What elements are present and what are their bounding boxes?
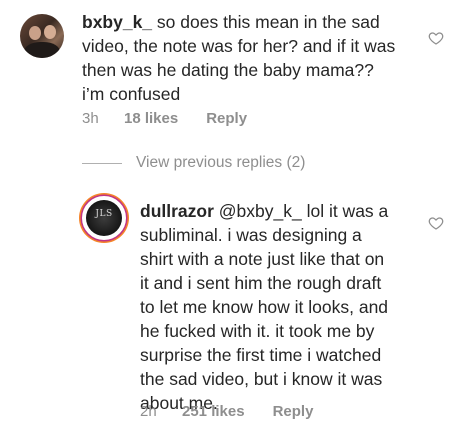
comment-1: bxby_k_ so does this mean in the sad vid… — [0, 0, 474, 140]
comment-meta: 3h 18 likes Reply — [82, 110, 247, 127]
comment-line: he fucked with it. it took me by — [140, 321, 375, 341]
comment-line: then was he dating the baby mama?? — [82, 60, 374, 80]
avatar[interactable] — [20, 14, 64, 58]
comment-meta: 2h 251 likes Reply — [140, 403, 313, 420]
comment-line: @bxby_k_ lol it was a — [213, 201, 389, 221]
comment-line: so does this mean in the sad — [152, 12, 380, 32]
heart-outline-icon[interactable] — [428, 215, 444, 231]
comment-line: surprise the first time i watched — [140, 345, 382, 365]
comment-likes[interactable]: 18 likes — [124, 110, 178, 127]
comment-username[interactable]: bxby_k_ — [82, 12, 152, 32]
comment-text: dullrazor @bxby_k_ lol it was a sublimin… — [140, 199, 388, 415]
view-previous-replies-button[interactable]: View previous replies (2) — [82, 152, 305, 174]
avatar-logo-icon: JLS — [95, 209, 113, 219]
reply-button[interactable]: Reply — [273, 403, 314, 420]
comment-likes[interactable]: 251 likes — [182, 403, 245, 420]
comment-line: shirt with a note just like that on — [140, 249, 385, 269]
comment-line: i’m confused — [82, 84, 181, 104]
comment-line: the sad video, but i know it was — [140, 369, 383, 389]
comment-line: video, the note was for her? and if it w… — [82, 36, 396, 56]
heart-outline-icon[interactable] — [428, 30, 444, 46]
avatar[interactable]: JLS — [82, 196, 126, 240]
comment-line: it and i sent him the rough draft — [140, 273, 382, 293]
comment-username[interactable]: dullrazor — [140, 201, 214, 221]
comment-time: 3h — [82, 110, 99, 127]
comment-line: to let me know how it looks, and — [140, 297, 389, 317]
comment-line: subliminal. i was designing a — [140, 225, 362, 245]
comment-time: 2h — [140, 403, 157, 420]
view-replies-label: View previous replies (2) — [136, 154, 306, 171]
comment-2: JLS dullrazor @bxby_k_ lol it was a subl… — [0, 185, 474, 433]
divider-line — [82, 162, 122, 164]
reply-button[interactable]: Reply — [206, 110, 247, 127]
comment-text: bxby_k_ so does this mean in the sad vid… — [82, 10, 395, 106]
